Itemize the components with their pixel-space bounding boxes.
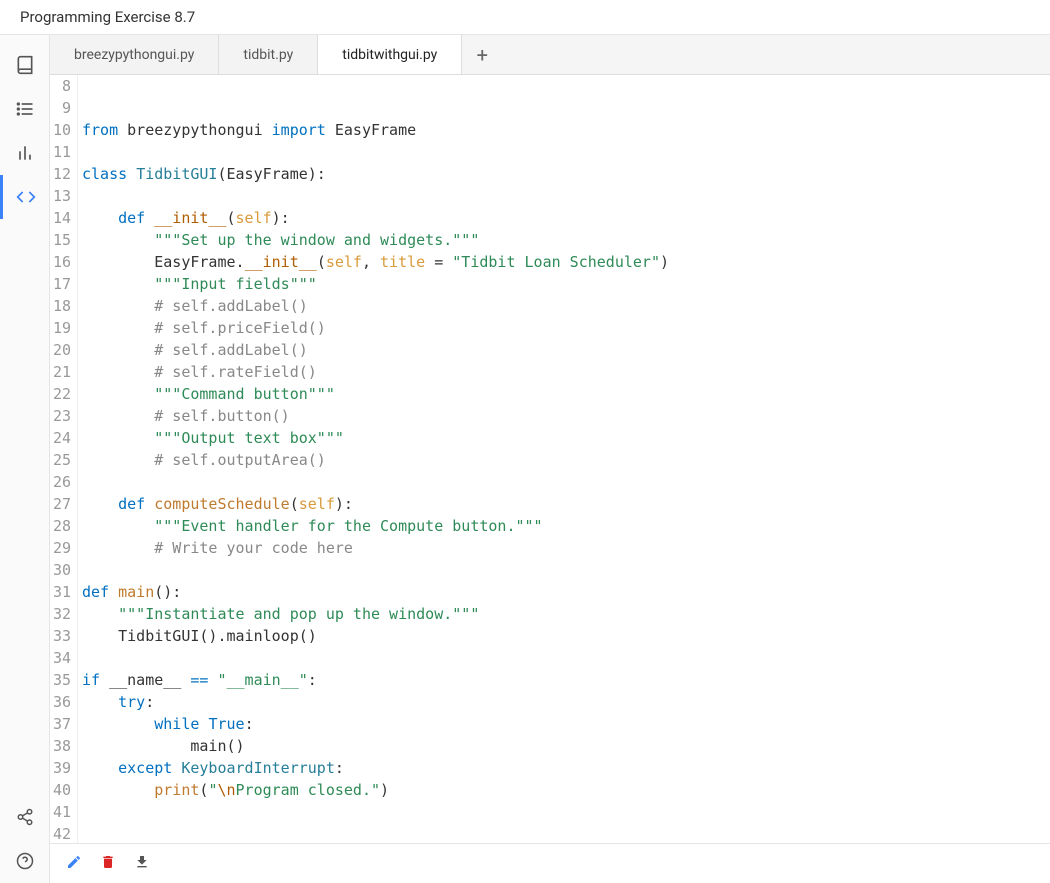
line-number: 25 xyxy=(50,449,71,471)
tab-tidbit[interactable]: tidbit.py xyxy=(219,35,318,74)
line-number: 41 xyxy=(50,801,71,823)
line-number: 15 xyxy=(50,229,71,251)
code-line[interactable]: while True: xyxy=(82,713,1050,735)
add-tab-button[interactable]: + xyxy=(462,43,502,67)
line-number: 32 xyxy=(50,603,71,625)
code-content[interactable]: from breezypythongui import EasyFrame cl… xyxy=(78,75,1050,843)
editor-area: breezypythongui.py tidbit.py tidbitwithg… xyxy=(50,35,1050,883)
code-line[interactable]: # self.rateField() xyxy=(82,361,1050,383)
line-number: 39 xyxy=(50,757,71,779)
line-number: 8 xyxy=(50,75,71,97)
line-number: 38 xyxy=(50,735,71,757)
code-line[interactable] xyxy=(82,97,1050,119)
code-icon[interactable] xyxy=(0,175,50,219)
window-title: Programming Exercise 8.7 xyxy=(0,0,1050,35)
code-line[interactable]: try: xyxy=(82,691,1050,713)
line-number: 12 xyxy=(50,163,71,185)
code-line[interactable]: def __init__(self): xyxy=(82,207,1050,229)
line-number: 42 xyxy=(50,823,71,843)
code-line[interactable]: # self.addLabel() xyxy=(82,339,1050,361)
code-line[interactable]: """Event handler for the Compute button.… xyxy=(82,515,1050,537)
code-line[interactable]: """Output text box""" xyxy=(82,427,1050,449)
line-number: 33 xyxy=(50,625,71,647)
code-line[interactable]: # self.button() xyxy=(82,405,1050,427)
line-number: 14 xyxy=(50,207,71,229)
line-number: 16 xyxy=(50,251,71,273)
share-icon[interactable] xyxy=(0,795,50,839)
line-number: 28 xyxy=(50,515,71,537)
left-rail xyxy=(0,35,50,883)
code-line[interactable]: def computeSchedule(self): xyxy=(82,493,1050,515)
line-number: 40 xyxy=(50,779,71,801)
line-number: 27 xyxy=(50,493,71,515)
chart-icon[interactable] xyxy=(0,131,50,175)
line-number: 35 xyxy=(50,669,71,691)
code-line[interactable]: def main(): xyxy=(82,581,1050,603)
code-line[interactable] xyxy=(82,471,1050,493)
help-icon[interactable] xyxy=(0,839,50,883)
code-line[interactable]: main() xyxy=(82,735,1050,757)
line-number: 21 xyxy=(50,361,71,383)
code-line[interactable] xyxy=(82,823,1050,843)
tab-tidbitwithgui[interactable]: tidbitwithgui.py xyxy=(318,35,462,74)
code-line[interactable]: # self.priceField() xyxy=(82,317,1050,339)
code-line[interactable] xyxy=(82,801,1050,823)
main-layout: breezypythongui.py tidbit.py tidbitwithg… xyxy=(0,35,1050,883)
line-number: 19 xyxy=(50,317,71,339)
code-line[interactable]: # Write your code here xyxy=(82,537,1050,559)
line-number: 22 xyxy=(50,383,71,405)
line-number-gutter: 8910111213141516171819202122232425262728… xyxy=(50,75,78,843)
code-line[interactable]: """Command button""" xyxy=(82,383,1050,405)
line-number: 11 xyxy=(50,141,71,163)
book-icon[interactable] xyxy=(0,43,50,87)
line-number: 13 xyxy=(50,185,71,207)
code-line[interactable]: except KeyboardInterrupt: xyxy=(82,757,1050,779)
line-number: 24 xyxy=(50,427,71,449)
line-number: 23 xyxy=(50,405,71,427)
code-line[interactable]: from breezypythongui import EasyFrame xyxy=(82,119,1050,141)
line-number: 37 xyxy=(50,713,71,735)
code-line[interactable]: # self.addLabel() xyxy=(82,295,1050,317)
code-line[interactable] xyxy=(82,75,1050,97)
code-line[interactable]: if __name__ == "__main__": xyxy=(82,669,1050,691)
line-number: 26 xyxy=(50,471,71,493)
download-icon[interactable] xyxy=(134,854,150,874)
code-line[interactable]: EasyFrame.__init__(self, title = "Tidbit… xyxy=(82,251,1050,273)
code-line[interactable]: """Instantiate and pop up the window.""" xyxy=(82,603,1050,625)
code-line[interactable]: # self.outputArea() xyxy=(82,449,1050,471)
line-number: 30 xyxy=(50,559,71,581)
code-line[interactable] xyxy=(82,647,1050,669)
line-number: 31 xyxy=(50,581,71,603)
line-number: 18 xyxy=(50,295,71,317)
code-line[interactable]: """Input fields""" xyxy=(82,273,1050,295)
bottom-toolbar xyxy=(50,843,1050,883)
line-number: 10 xyxy=(50,119,71,141)
code-editor[interactable]: 8910111213141516171819202122232425262728… xyxy=(50,75,1050,843)
line-number: 36 xyxy=(50,691,71,713)
code-line[interactable]: print("\nProgram closed.") xyxy=(82,779,1050,801)
list-icon[interactable] xyxy=(0,87,50,131)
edit-icon[interactable] xyxy=(66,854,82,874)
delete-icon[interactable] xyxy=(100,854,116,874)
code-line[interactable]: """Set up the window and widgets.""" xyxy=(82,229,1050,251)
code-line[interactable]: TidbitGUI().mainloop() xyxy=(82,625,1050,647)
code-line[interactable] xyxy=(82,141,1050,163)
tab-breezypythongui[interactable]: breezypythongui.py xyxy=(50,35,219,74)
tab-bar: breezypythongui.py tidbit.py tidbitwithg… xyxy=(50,35,1050,75)
line-number: 29 xyxy=(50,537,71,559)
line-number: 9 xyxy=(50,97,71,119)
line-number: 34 xyxy=(50,647,71,669)
line-number: 20 xyxy=(50,339,71,361)
code-line[interactable]: class TidbitGUI(EasyFrame): xyxy=(82,163,1050,185)
code-line[interactable] xyxy=(82,559,1050,581)
line-number: 17 xyxy=(50,273,71,295)
code-line[interactable] xyxy=(82,185,1050,207)
